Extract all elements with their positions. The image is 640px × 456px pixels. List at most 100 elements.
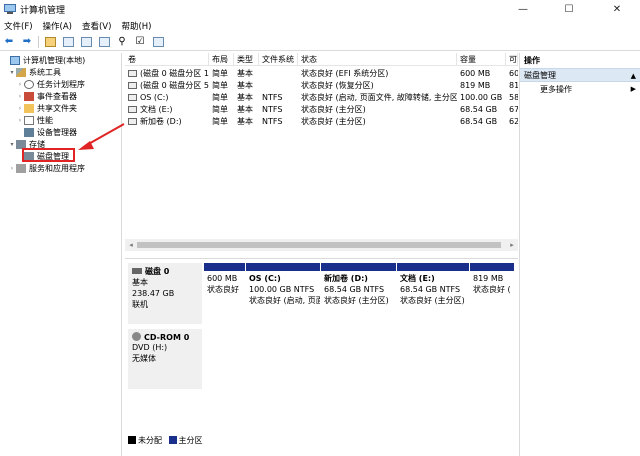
col-free[interactable]: 可 bbox=[506, 53, 518, 66]
cdrom-0-label[interactable]: CD-ROM 0 DVD (H:) 无媒体 bbox=[128, 329, 202, 389]
cell-capacity: 819 MB bbox=[460, 81, 491, 90]
tree-item-label: 计算机管理(本地) bbox=[23, 56, 86, 65]
volume-name: 文档 (E:) bbox=[140, 105, 173, 114]
disk-type: DVD (H:) bbox=[132, 343, 168, 352]
cell-layout: 简单 bbox=[212, 105, 228, 114]
unallocated-swatch bbox=[128, 436, 136, 444]
table-row[interactable]: (磁盘 0 磁盘分区 1) 简单 基本 状态良好 (EFI 系统分区) 600 … bbox=[125, 68, 518, 80]
horizontal-scrollbar[interactable]: ◂ ▸ bbox=[125, 239, 518, 251]
actions-disk-management[interactable]: 磁盘管理 ▲ bbox=[520, 68, 640, 82]
title-bar: 计算机管理 — ☐ ✕ bbox=[0, 0, 640, 18]
tree-item-services-apps[interactable]: › 服务和应用程序 bbox=[8, 163, 85, 174]
partition-status: 状态良好 bbox=[207, 285, 239, 294]
check-icon[interactable]: ☑ bbox=[133, 35, 147, 49]
actions-header: 操作 bbox=[524, 56, 540, 65]
table-row[interactable]: 新加卷 (D:) 简单 基本 NTFS 状态良好 (主分区) 68.54 GB … bbox=[125, 116, 518, 128]
scrollbar-thumb[interactable] bbox=[137, 242, 501, 248]
show-hide-tree-icon[interactable] bbox=[61, 35, 75, 49]
disk-status: 无媒体 bbox=[132, 354, 156, 363]
connect-icon[interactable]: ⚲ bbox=[115, 35, 129, 49]
tree-item-label: 性能 bbox=[37, 116, 53, 125]
partition-name: 文档 (E:) bbox=[400, 274, 435, 283]
table-row[interactable]: OS (C:) 简单 基本 NTFS 状态良好 (启动, 页面文件, 故障转储,… bbox=[125, 92, 518, 104]
cell-status: 状态良好 (EFI 系统分区) bbox=[301, 69, 389, 78]
partition-size: 68.54 GB NTFS bbox=[400, 285, 461, 294]
cell-layout: 简单 bbox=[212, 117, 228, 126]
more-actions[interactable]: 更多操作 ▶ bbox=[520, 82, 640, 97]
submenu-arrow-icon: ▶ bbox=[630, 85, 636, 93]
tree-item-event-viewer[interactable]: › 事件查看器 bbox=[16, 91, 77, 102]
forward-icon[interactable]: ➡ bbox=[20, 35, 34, 49]
partition-size: 600 MB bbox=[207, 274, 238, 283]
collapse-up-icon[interactable]: ▲ bbox=[631, 69, 636, 83]
maximize-button[interactable]: ☐ bbox=[546, 0, 592, 18]
volume-name: 新加卷 (D:) bbox=[140, 117, 182, 126]
scroll-left-icon[interactable]: ◂ bbox=[125, 239, 137, 251]
help-icon[interactable] bbox=[79, 35, 93, 49]
tree-item-task-scheduler[interactable]: › 任务计划程序 bbox=[16, 79, 85, 90]
partition-status: 状态良好 (主分区) bbox=[400, 296, 465, 305]
menu-help[interactable]: 帮助(H) bbox=[121, 20, 151, 32]
up-folder-icon[interactable] bbox=[43, 35, 57, 49]
tree-item-performance[interactable]: › 性能 bbox=[16, 115, 53, 126]
minimize-button[interactable]: — bbox=[500, 0, 546, 18]
expand-icon[interactable]: › bbox=[8, 165, 16, 172]
table-row[interactable]: (磁盘 0 磁盘分区 5) 简单 基本 状态良好 (恢复分区) 819 MB 8… bbox=[125, 80, 518, 92]
scroll-right-icon[interactable]: ▸ bbox=[506, 239, 518, 251]
col-filesystem[interactable]: 文件系统 bbox=[259, 53, 298, 66]
collapse-icon[interactable]: ▾ bbox=[8, 69, 16, 76]
properties-icon[interactable] bbox=[97, 35, 111, 49]
cell-free: 60 bbox=[509, 69, 518, 78]
tree-item-shared-folders[interactable]: › 共享文件夹 bbox=[16, 103, 77, 114]
expand-icon[interactable]: › bbox=[16, 117, 24, 124]
tree-item-computer-management[interactable]: 计算机管理(本地) bbox=[2, 55, 85, 66]
cell-type: 基本 bbox=[237, 81, 253, 90]
tree-item-system-tools[interactable]: ▾ 系统工具 bbox=[8, 67, 61, 78]
col-capacity[interactable]: 容量 bbox=[457, 53, 506, 66]
cell-status: 状态良好 (主分区) bbox=[301, 117, 366, 126]
volume-icon bbox=[128, 94, 137, 101]
partition-bar bbox=[246, 263, 320, 271]
close-button[interactable]: ✕ bbox=[594, 0, 640, 18]
window-title: 计算机管理 bbox=[20, 5, 66, 16]
menu-action[interactable]: 操作(A) bbox=[43, 20, 72, 32]
partition-e[interactable]: 文档 (E:) 68.54 GB NTFS 状态良好 (主分区) bbox=[396, 263, 469, 324]
partition-bar bbox=[204, 263, 245, 271]
legend: 未分配 主分区 bbox=[128, 435, 203, 446]
table-row[interactable]: 文档 (E:) 简单 基本 NTFS 状态良好 (主分区) 68.54 GB 6… bbox=[125, 104, 518, 116]
menu-view[interactable]: 查看(V) bbox=[82, 20, 111, 32]
volume-icon bbox=[128, 70, 137, 77]
menu-file[interactable]: 文件(F) bbox=[4, 20, 33, 32]
tree-item-device-manager[interactable]: 设备管理器 bbox=[16, 127, 77, 138]
partition-efi[interactable]: 600 MB 状态良好 bbox=[203, 263, 245, 324]
more-actions-label: 更多操作 bbox=[540, 85, 572, 94]
disk-0-label[interactable]: 磁盘 0 基本 238.47 GB 联机 bbox=[128, 263, 202, 324]
collapse-icon[interactable]: ▾ bbox=[8, 141, 16, 148]
cell-status: 状态良好 (启动, 页面文件, 故障转储, 主分区) bbox=[301, 93, 457, 102]
back-icon[interactable]: ⬅ bbox=[2, 35, 16, 49]
view-icon[interactable] bbox=[151, 35, 165, 49]
col-volume[interactable]: 卷 bbox=[125, 53, 209, 66]
partition-recovery[interactable]: 819 MB 状态良好 ( bbox=[469, 263, 514, 324]
partition-c[interactable]: OS (C:) 100.00 GB NTFS 状态良好 (启动, 页面 bbox=[245, 263, 320, 324]
expand-icon[interactable]: › bbox=[16, 105, 24, 112]
col-type[interactable]: 类型 bbox=[234, 53, 259, 66]
partition-d[interactable]: 新加卷 (D:) 68.54 GB NTFS 状态良好 (主分区) bbox=[320, 263, 396, 324]
cell-free: 62 bbox=[509, 117, 518, 126]
partition-status: 状态良好 (主分区) bbox=[324, 296, 389, 305]
disk-name: CD-ROM 0 bbox=[144, 333, 190, 342]
col-layout[interactable]: 布局 bbox=[209, 53, 234, 66]
col-status[interactable]: 状态 bbox=[298, 53, 457, 66]
volume-icon bbox=[128, 82, 137, 89]
volume-name: (磁盘 0 磁盘分区 5) bbox=[140, 81, 209, 90]
cell-layout: 简单 bbox=[212, 69, 228, 78]
device-icon bbox=[24, 128, 34, 137]
disk-icon bbox=[132, 268, 142, 274]
tree-item-label: 服务和应用程序 bbox=[29, 164, 85, 173]
partition-name: OS (C:) bbox=[249, 274, 281, 283]
cell-type: 基本 bbox=[237, 117, 253, 126]
expand-icon[interactable]: › bbox=[16, 93, 24, 100]
partition-size: 68.54 GB NTFS bbox=[324, 285, 385, 294]
expand-icon[interactable]: › bbox=[16, 81, 24, 88]
volume-list: 卷 布局 类型 文件系统 状态 容量 可 (磁盘 0 磁盘分区 1) 简单 基本… bbox=[125, 53, 518, 252]
